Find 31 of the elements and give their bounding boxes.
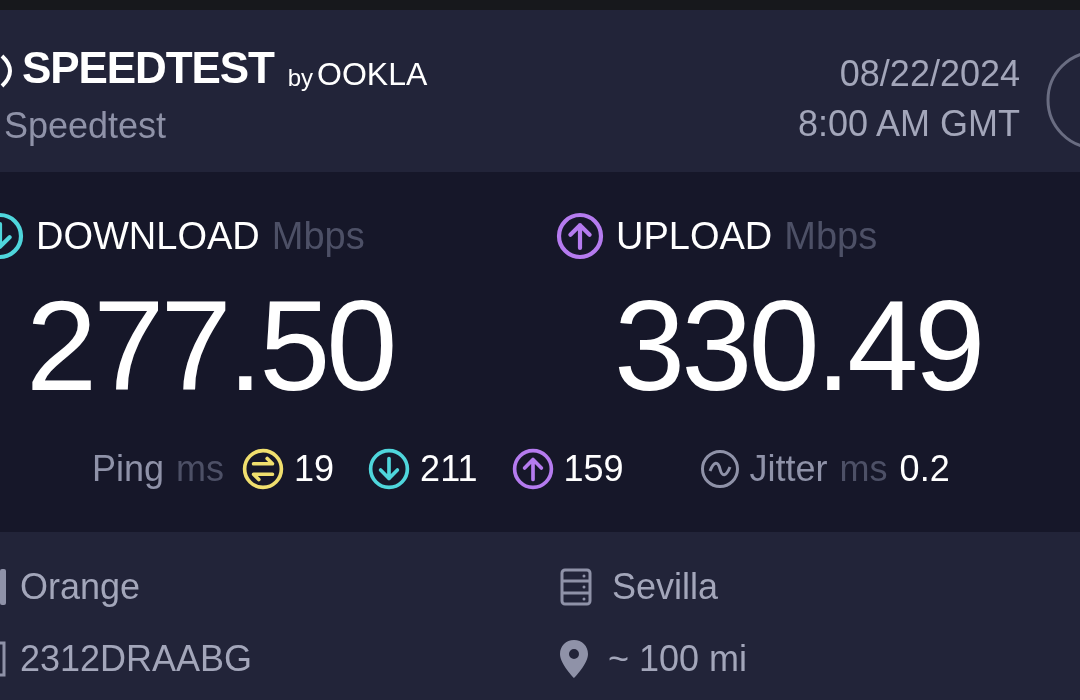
jitter-label: Jitter (749, 451, 828, 487)
detail-text: Sevilla (612, 569, 719, 605)
test-date: 08/22/2024 (839, 56, 1020, 92)
unit-label: Mbps (784, 217, 878, 255)
latency-value: 19 (294, 451, 335, 487)
ookla-logo: OOKLA (317, 58, 428, 90)
speedtest-logo: SPEEDTEST (22, 46, 274, 90)
detail-text: ~ 100 mi (608, 641, 748, 677)
upload-icon (511, 448, 554, 490)
jitter-icon (699, 449, 740, 489)
server-icon (560, 568, 592, 606)
result-value: 277.50 (26, 282, 395, 410)
jitter-value: 0.2 (899, 451, 950, 487)
detail-text: 2312DRAABG (20, 641, 253, 677)
latency-value: 211 (420, 451, 478, 487)
ping-icon (242, 448, 285, 490)
ping-unit: ms (176, 451, 225, 487)
jitter-unit: ms (839, 451, 888, 487)
location-pin-icon (560, 640, 588, 678)
ping-label: Ping (92, 451, 165, 487)
result-value: 330.49 (614, 282, 982, 410)
result-label: UPLOAD (616, 217, 773, 255)
test-time: 8:00 AM GMT (797, 106, 1020, 142)
download-icon (368, 448, 411, 490)
upload-icon (556, 212, 604, 260)
detail-text: Orange (20, 569, 141, 605)
unit-label: Mbps (271, 217, 365, 255)
latency-value: 159 (563, 451, 624, 487)
account-handle: Speedtest (4, 108, 168, 144)
result-label: DOWNLOAD (36, 217, 260, 255)
by-text: by (287, 66, 314, 90)
